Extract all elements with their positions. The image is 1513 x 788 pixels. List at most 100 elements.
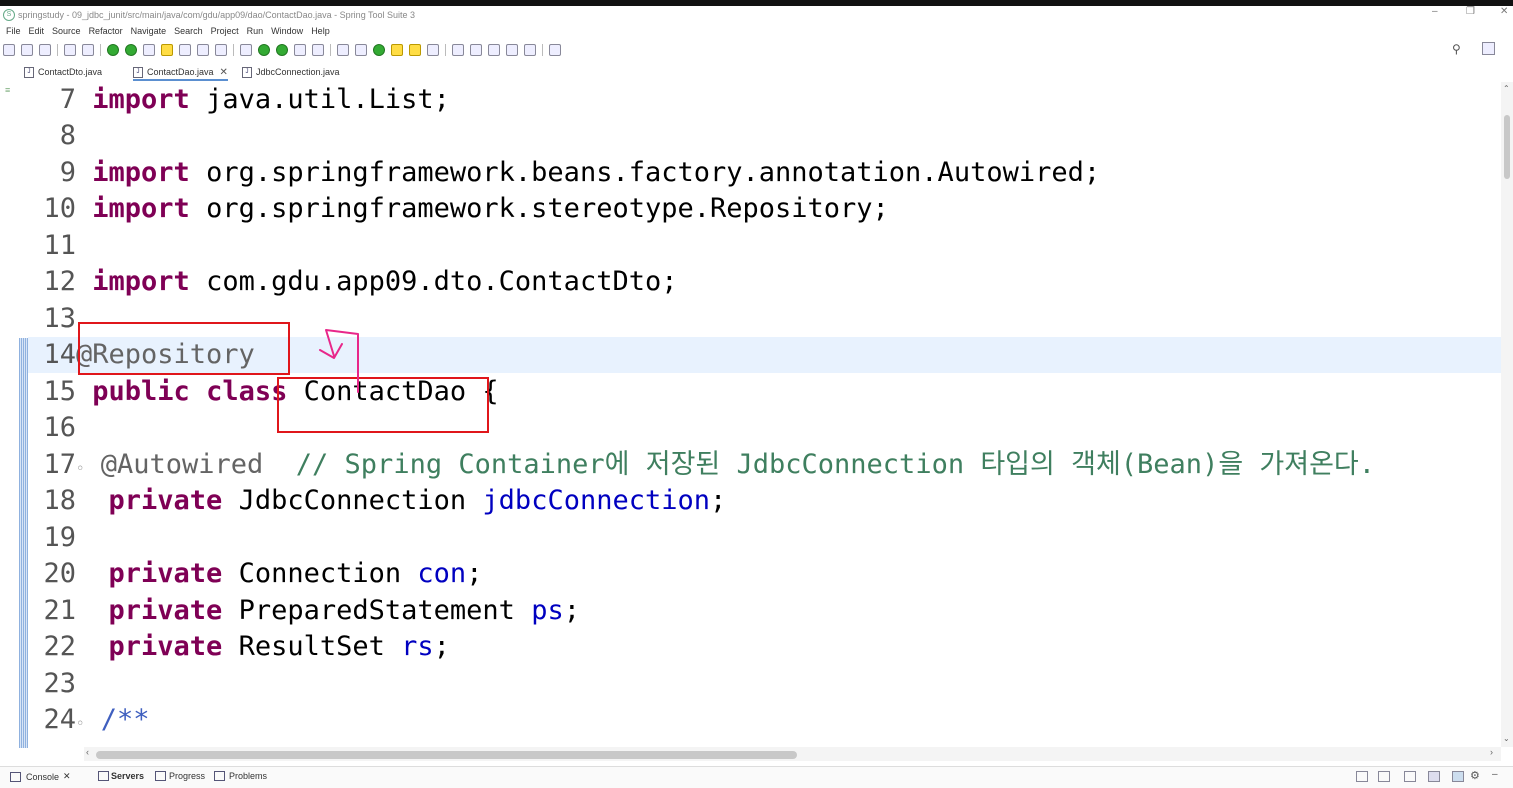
tab-jdbcconnection[interactable]: J JdbcConnection.java <box>242 65 340 79</box>
menu-search[interactable]: Search <box>174 26 203 36</box>
toggle-block-icon[interactable] <box>179 44 191 56</box>
menu-refactor[interactable]: Refactor <box>89 26 123 36</box>
minimize-panel-icon[interactable]: – <box>1492 769 1498 780</box>
horizontal-scroll-thumb[interactable] <box>96 751 797 759</box>
menu-edit[interactable]: Edit <box>29 26 45 36</box>
hand-drawn-arrow-icon <box>319 329 359 393</box>
menu-file[interactable]: File <box>6 26 21 36</box>
gear-icon[interactable]: ⚙ <box>1470 769 1480 782</box>
last-edit-location-icon[interactable] <box>488 44 500 56</box>
search-files-icon[interactable] <box>337 44 349 56</box>
tab-contactdto[interactable]: J ContactDto.java <box>24 65 102 79</box>
field-name: jdbcConnection <box>482 485 710 516</box>
back-icon[interactable] <box>506 44 518 56</box>
menu-bar: File Edit Source Refactor Navigate Searc… <box>0 23 1513 39</box>
keyword: private <box>108 485 223 516</box>
new-spring-bean-icon[interactable] <box>143 44 155 56</box>
web-browser-icon[interactable] <box>373 44 385 56</box>
tab-progress[interactable]: Progress <box>155 771 206 781</box>
search-icon[interactable]: ⚲ <box>1452 42 1461 56</box>
vertical-scrollbar[interactable]: ⌃ ⌄ <box>1501 82 1513 747</box>
highlight-box-classname <box>277 377 489 433</box>
editor-tab-bar: J ContactDto.java J ContactDao.java ✕ J … <box>0 63 1513 81</box>
debug-icon[interactable] <box>240 44 252 56</box>
type-name: Connection <box>238 558 402 589</box>
open-console-icon[interactable] <box>1356 771 1368 782</box>
show-whitespace-icon[interactable] <box>215 44 227 56</box>
keyword: private <box>108 558 223 589</box>
tab-servers[interactable]: Servers <box>98 771 145 781</box>
pin-console-icon[interactable] <box>1428 771 1440 782</box>
java-file-icon: J <box>133 66 143 78</box>
highlight-icon[interactable] <box>161 44 173 56</box>
close-tab-icon[interactable]: ✕ <box>220 67 228 78</box>
open-type-icon[interactable] <box>197 44 209 56</box>
keyword: private <box>108 631 223 662</box>
vertical-scroll-thumb[interactable] <box>1504 115 1510 179</box>
tab-contactdao[interactable]: J ContactDao.java ✕ <box>133 65 228 81</box>
code-line: 24◦ /** <box>28 702 1501 738</box>
open-task-icon[interactable] <box>355 44 367 56</box>
tab-label: Servers <box>111 771 145 781</box>
code-line: 8 <box>28 118 1501 154</box>
semicolon: ; <box>710 485 727 516</box>
main-toolbar <box>0 40 1513 60</box>
line-number: 24 <box>43 704 76 735</box>
javadoc-comment: /** <box>100 704 150 735</box>
line-number: 11 <box>43 230 76 261</box>
new-console-icon[interactable] <box>1404 771 1416 782</box>
java-file-icon: J <box>242 66 252 78</box>
line-number: 20 <box>43 558 76 589</box>
start-server-icon[interactable] <box>107 44 119 56</box>
save-all-icon[interactable] <box>39 44 51 56</box>
pin-editor-icon[interactable] <box>549 44 561 56</box>
edit-pencil-icon[interactable] <box>409 44 421 56</box>
restore-button[interactable]: ❐ <box>1466 6 1475 17</box>
menu-help[interactable]: Help <box>311 26 330 36</box>
new-class-icon[interactable] <box>312 44 324 56</box>
display-console-icon[interactable] <box>1378 771 1390 782</box>
next-annotation-icon[interactable] <box>452 44 464 56</box>
annotation-icon[interactable] <box>427 44 439 56</box>
scroll-down-icon[interactable]: ⌄ <box>1503 734 1510 743</box>
scroll-left-icon[interactable]: ‹ <box>86 747 89 757</box>
save-icon[interactable] <box>21 44 33 56</box>
fold-icon[interactable]: ◦ <box>76 461 84 477</box>
comment: // Spring Container에 저장된 JdbcConnection … <box>295 449 1376 480</box>
open-folder-icon[interactable] <box>391 44 403 56</box>
skip-breakpoints-icon[interactable] <box>82 44 94 56</box>
toolbar-separator <box>57 44 58 56</box>
close-window-button[interactable]: ✕ <box>1500 6 1508 17</box>
close-tab-icon[interactable]: ✕ <box>63 771 71 782</box>
scroll-right-icon[interactable]: › <box>1490 747 1493 757</box>
menu-project[interactable]: Project <box>211 26 239 36</box>
toolbar-separator <box>233 44 234 56</box>
terminal-icon[interactable] <box>64 44 76 56</box>
code-editor[interactable]: 7 import java.util.List; 8 9 import org.… <box>28 82 1501 747</box>
run-icon[interactable] <box>258 44 270 56</box>
previous-annotation-icon[interactable] <box>470 44 482 56</box>
forward-icon[interactable] <box>524 44 536 56</box>
menu-run[interactable]: Run <box>247 26 264 36</box>
menu-source[interactable]: Source <box>52 26 81 36</box>
window-title: springstudy - 09_jdbc_junit/src/main/jav… <box>18 9 416 20</box>
code-line: 19 <box>28 520 1501 556</box>
fold-icon[interactable]: ◦ <box>76 716 84 732</box>
horizontal-scrollbar[interactable]: ‹ › <box>84 747 1501 761</box>
tab-console[interactable]: Console ✕ <box>10 771 71 782</box>
spring-boot-dashboard-icon[interactable] <box>125 44 137 56</box>
outline-icon[interactable]: ≡ <box>5 85 10 95</box>
left-trim-bar: ≡ <box>0 82 18 747</box>
perspective-icon[interactable] <box>1482 42 1495 55</box>
tab-problems[interactable]: Problems <box>214 771 267 781</box>
menu-window[interactable]: Window <box>271 26 303 36</box>
menu-navigate[interactable]: Navigate <box>131 26 167 36</box>
scroll-up-icon[interactable]: ⌃ <box>1503 84 1510 93</box>
external-tools-icon[interactable] <box>276 44 288 56</box>
minimize-button[interactable]: – <box>1432 6 1438 17</box>
tab-label: Progress <box>169 771 206 781</box>
coverage-icon[interactable] <box>294 44 306 56</box>
code-line: 22 private ResultSet rs; <box>28 629 1501 665</box>
scroll-lock-icon[interactable] <box>1452 771 1464 782</box>
new-icon[interactable] <box>3 44 15 56</box>
